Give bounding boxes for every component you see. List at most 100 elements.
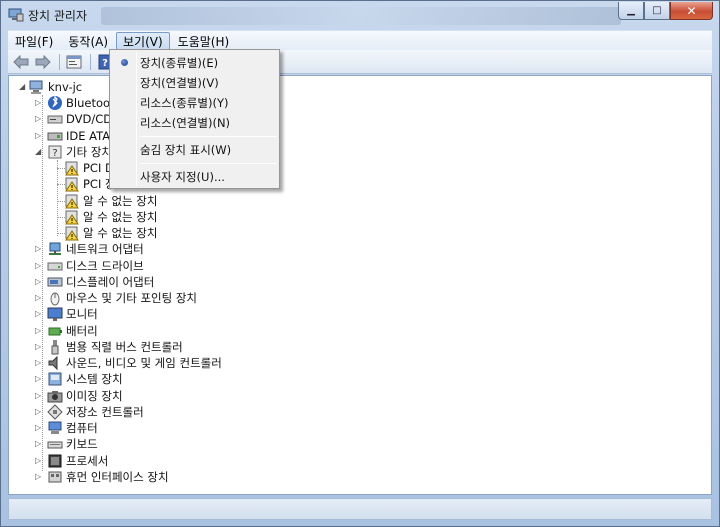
hid-icon — [48, 471, 62, 483]
menu-help[interactable]: 도움말(H) — [171, 32, 237, 50]
ide-controller-icon — [47, 132, 63, 141]
collapsed-arrow-icon[interactable]: ▷ — [35, 114, 43, 124]
forward-button[interactable] — [33, 52, 53, 72]
collapsed-arrow-icon[interactable]: ▷ — [35, 309, 43, 319]
tree-node-label: 네트워크 어댑터 — [66, 242, 144, 256]
tree-node-label: IDE ATA/ — [66, 129, 115, 143]
collapsed-arrow-icon[interactable]: ▷ — [35, 374, 43, 384]
system-device-icon — [48, 372, 62, 386]
collapsed-arrow-icon[interactable]: ▷ — [35, 277, 43, 287]
tree-node-label: 기타 장치 — [66, 145, 112, 159]
bluetooth-icon — [48, 95, 62, 110]
tree-node-label: 마우스 및 기타 포인팅 장치 — [66, 291, 198, 305]
collapsed-arrow-icon[interactable]: ▷ — [35, 391, 43, 401]
dvd-drive-icon — [47, 115, 63, 124]
minimize-button[interactable]: ▁ — [618, 2, 644, 20]
collapsed-arrow-icon[interactable]: ▷ — [35, 131, 43, 141]
forward-arrow-icon — [35, 54, 51, 69]
tree-node-label: 알 수 없는 장치 — [83, 226, 158, 240]
warning-device-icon — [65, 210, 79, 225]
menu-item-label: 장치(종류별)(E) — [140, 56, 219, 70]
warning-device-icon — [65, 161, 79, 176]
radio-selected-icon — [121, 59, 128, 66]
menu-item-resources-by-type[interactable]: 리소스(종류별)(Y) — [112, 93, 277, 113]
menu-separator — [140, 136, 277, 137]
tree-node-label: 프로세서 — [66, 454, 109, 468]
menu-file[interactable]: 파일(F) — [8, 32, 60, 50]
collapsed-arrow-icon[interactable]: ▷ — [35, 423, 43, 433]
title-background-blur — [101, 7, 621, 25]
menu-bar: 파일(F) 동작(A) 보기(V) 도움말(H) — [8, 30, 712, 50]
collapsed-arrow-icon[interactable]: ▷ — [35, 472, 43, 482]
collapsed-arrow-icon[interactable]: ▷ — [35, 293, 43, 303]
back-button[interactable] — [11, 52, 31, 72]
collapsed-arrow-icon[interactable]: ▷ — [35, 326, 43, 336]
tree-node-label: DVD/CD — [66, 112, 113, 126]
toolbar-separator — [59, 53, 60, 70]
storage-controller-icon — [47, 404, 63, 420]
computer-icon — [48, 421, 62, 434]
tree-node-label: 컴퓨터 — [66, 421, 98, 435]
tree-node-label: 범용 직렬 버스 컨트롤러 — [66, 340, 183, 354]
window-title: 장치 관리자 — [28, 9, 88, 23]
tree-connector — [57, 160, 58, 236]
tree-node-label: 디스크 드라이브 — [66, 259, 144, 273]
display-adapter-icon — [47, 277, 63, 287]
warning-device-icon — [65, 226, 79, 241]
title-bar[interactable]: 장치 관리자 ▁ □ ✕ — [1, 1, 719, 29]
collapsed-arrow-icon[interactable]: ▷ — [35, 358, 43, 368]
tree-node-label: 알 수 없는 장치 — [83, 194, 158, 208]
svg-text:?: ? — [102, 58, 108, 69]
menu-item-label: 숨김 장치 표시(W) — [140, 143, 232, 157]
properties-button[interactable] — [64, 52, 84, 72]
tree-node-label: 알 수 없는 장치 — [83, 210, 158, 224]
toolbar-separator — [90, 53, 91, 70]
collapsed-arrow-icon[interactable]: ▷ — [35, 407, 43, 417]
computer-icon — [29, 80, 43, 94]
menu-item-label: 리소스(종류별)(Y) — [140, 96, 229, 110]
tree-root-label: knv-jc — [48, 80, 83, 94]
collapsed-arrow-icon[interactable]: ▷ — [35, 342, 43, 352]
imaging-device-icon — [47, 391, 63, 403]
expanded-arrow-icon[interactable]: ◢ — [35, 147, 43, 157]
network-adapter-icon — [49, 242, 61, 255]
menu-item-resources-by-connection[interactable]: 리소스(연결별)(N) — [112, 113, 277, 133]
menu-item-show-hidden-devices[interactable]: 숨김 장치 표시(W) — [112, 140, 277, 160]
svg-text:?: ? — [52, 148, 57, 159]
menu-item-label: 장치(연결별)(V) — [140, 76, 219, 90]
mouse-icon — [50, 292, 60, 306]
menu-separator — [140, 163, 277, 164]
menu-action[interactable]: 동작(A) — [61, 32, 115, 50]
device-manager-icon — [8, 8, 24, 22]
warning-device-icon — [65, 194, 79, 209]
menu-item-customize[interactable]: 사용자 지정(U)... — [112, 167, 277, 187]
tree-node-label: 저장소 컨트롤러 — [66, 405, 144, 419]
menu-item-devices-by-connection[interactable]: 장치(연결별)(V) — [112, 73, 277, 93]
warning-device-icon — [65, 177, 79, 192]
properties-icon — [66, 55, 82, 68]
tree-node-label: 시스템 장치 — [66, 372, 123, 386]
collapsed-arrow-icon[interactable]: ▷ — [35, 98, 43, 108]
menu-item-devices-by-type[interactable]: 장치(종류별)(E) — [112, 53, 277, 73]
collapsed-arrow-icon[interactable]: ▷ — [35, 456, 43, 466]
back-arrow-icon — [13, 54, 29, 69]
tree-node-label: 휴먼 인터페이스 장치 — [66, 470, 169, 484]
maximize-button[interactable]: □ — [644, 2, 670, 20]
menu-view[interactable]: 보기(V) — [116, 31, 170, 50]
menu-item-label: 리소스(연결별)(N) — [140, 116, 231, 130]
unknown-device-icon: ? — [48, 145, 62, 159]
tree-node-label: 사운드, 비디오 및 게임 컨트롤러 — [66, 356, 222, 370]
tree-node-label: 키보드 — [66, 437, 98, 451]
close-button[interactable]: ✕ — [670, 2, 713, 20]
collapsed-arrow-icon[interactable]: ▷ — [35, 261, 43, 271]
collapsed-arrow-icon[interactable]: ▷ — [35, 244, 43, 254]
disk-drive-icon — [47, 262, 63, 271]
tree-node-label: 이미징 장치 — [66, 389, 123, 403]
tree-node-label: 모니터 — [66, 307, 98, 321]
expanded-arrow-icon[interactable]: ◢ — [19, 82, 27, 92]
tree-node-label: 디스플레이 어댑터 — [66, 275, 155, 289]
keyboard-icon — [47, 441, 63, 449]
collapsed-arrow-icon[interactable]: ▷ — [35, 439, 43, 449]
monitor-icon — [47, 307, 63, 321]
menu-item-label: 사용자 지정(U)... — [140, 170, 225, 184]
